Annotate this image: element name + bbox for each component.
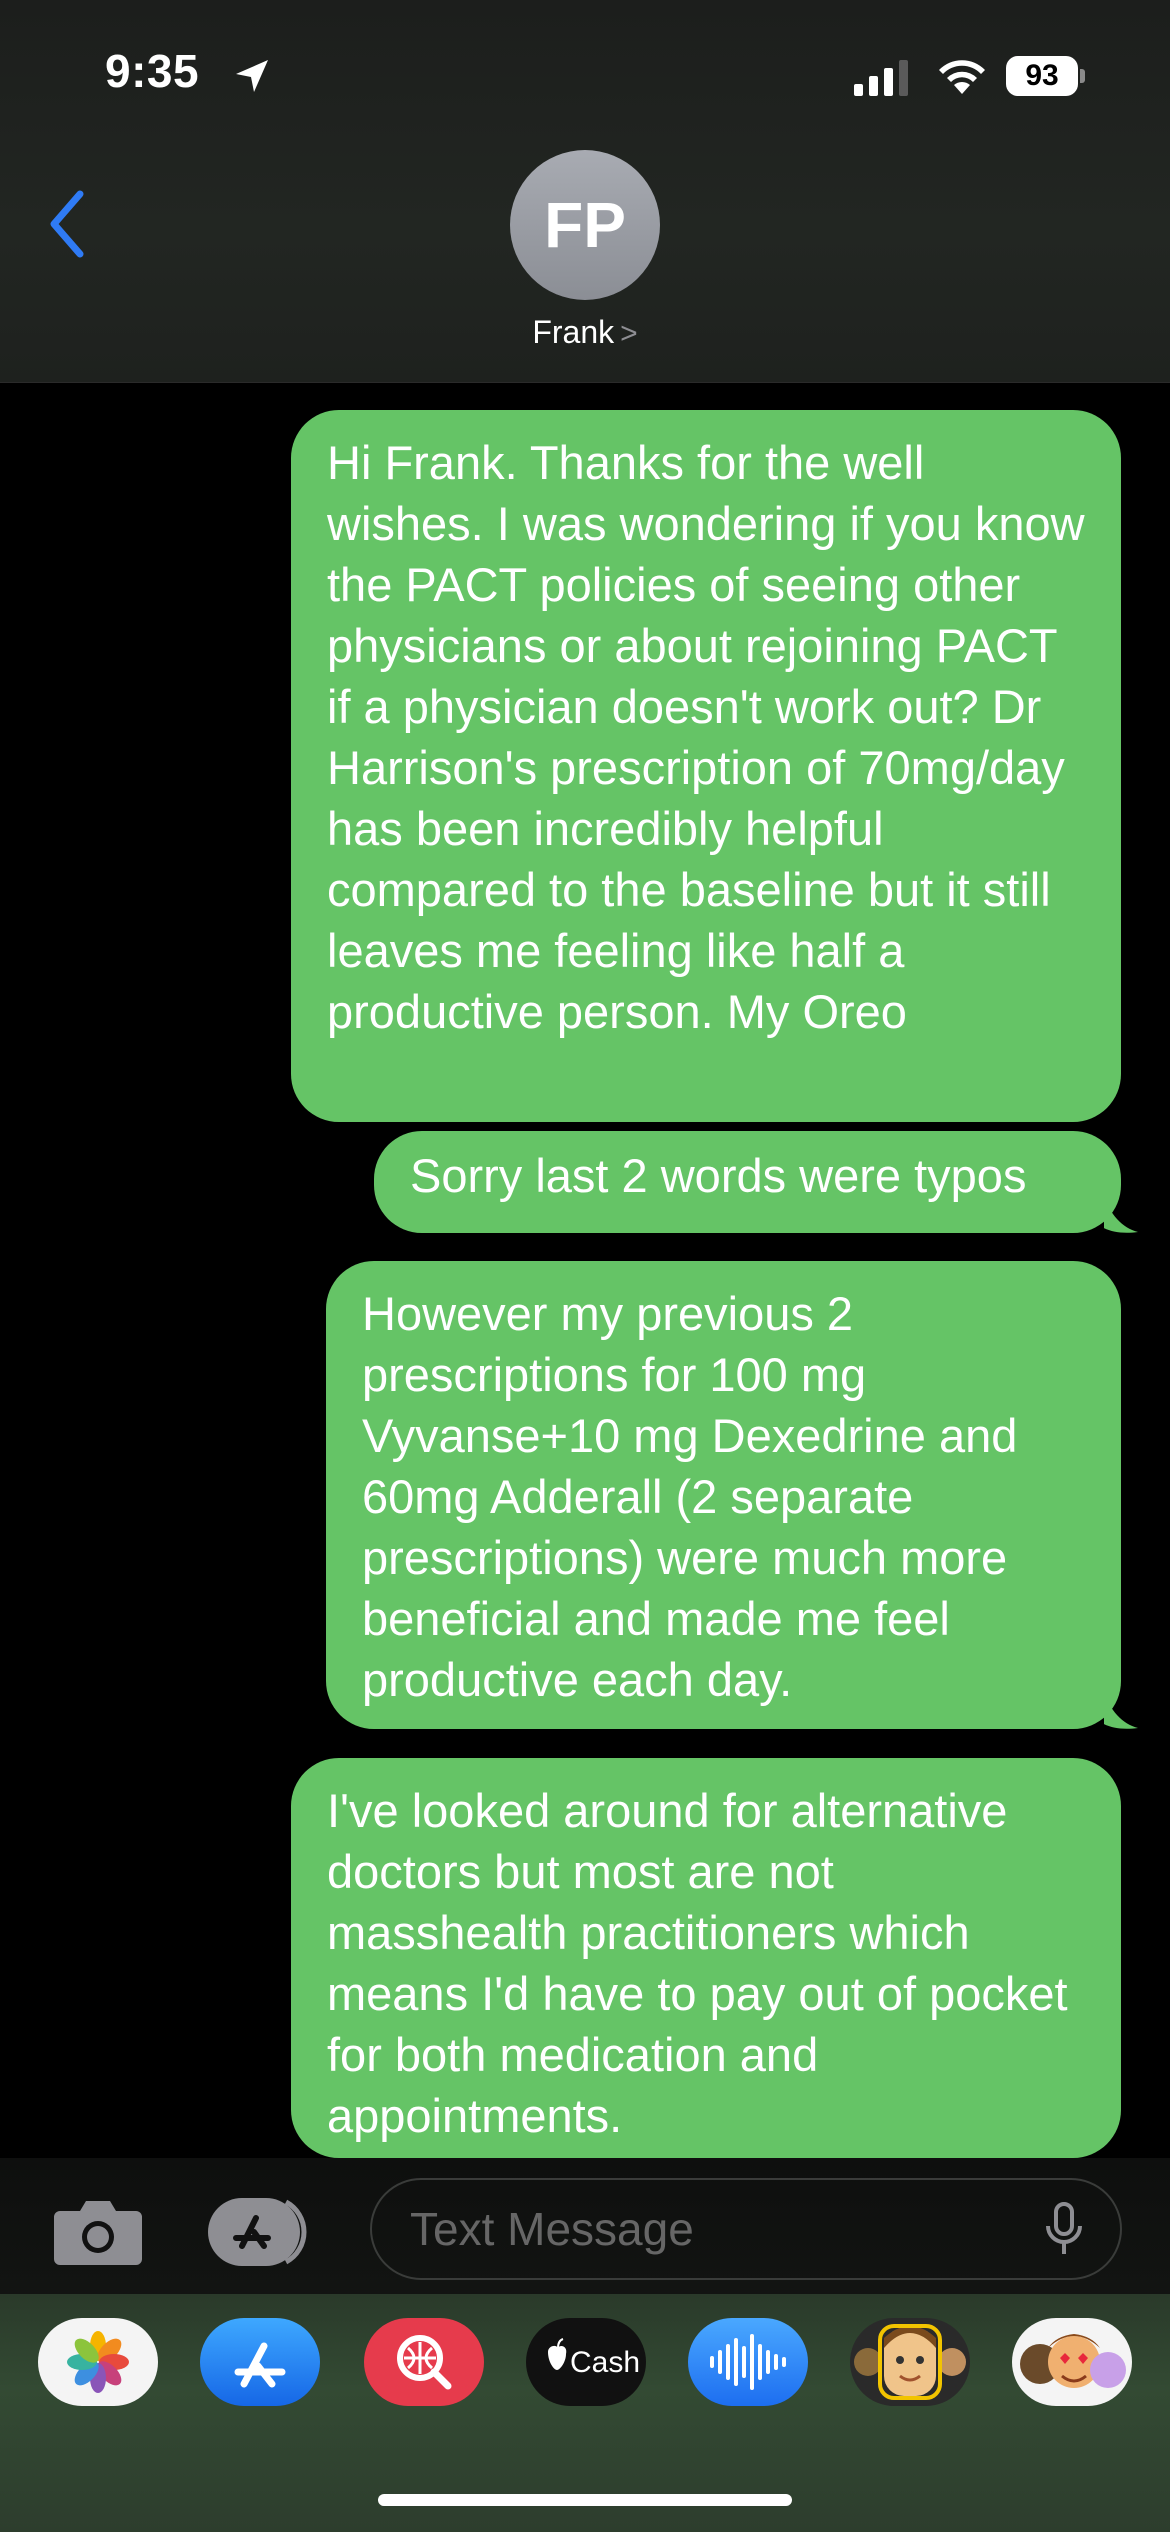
app-store-drawer-icon[interactable]	[206, 2196, 318, 2268]
message-input[interactable]: Text Message	[370, 2178, 1122, 2280]
location-arrow-icon	[236, 60, 268, 92]
contact-name-button[interactable]: Frank >	[0, 314, 1170, 351]
memoji-app-icon[interactable]	[850, 2318, 970, 2406]
message-input-placeholder: Text Message	[410, 2203, 694, 2255]
bubble-tail	[1104, 1196, 1138, 1233]
message-text: Sorry last 2 words were typos	[410, 1149, 1027, 1202]
message-bubble[interactable]: I've looked around for alternative docto…	[291, 1758, 1121, 2158]
back-chevron-icon[interactable]	[44, 188, 92, 260]
message-bubble[interactable]: However my previous 2 prescriptions for …	[326, 1261, 1121, 1729]
camera-icon[interactable]	[52, 2193, 144, 2267]
message-text: I've looked around for alternative docto…	[327, 1784, 1068, 2142]
message-bubble[interactable]: Hi Frank. Thanks for the well wishes. I …	[291, 410, 1121, 1122]
chevron-right-icon: >	[620, 317, 638, 350]
apple-cash-app-icon[interactable]: Cash	[526, 2318, 646, 2406]
microphone-icon[interactable]	[1044, 2202, 1084, 2258]
cellular-signal-icon	[854, 60, 908, 96]
bubble-tail	[1104, 1692, 1138, 1729]
status-time: 9:35	[105, 45, 200, 97]
image-search-app-icon[interactable]	[364, 2318, 484, 2406]
message-text: However my previous 2 prescriptions for …	[362, 1287, 1018, 1706]
memoji-stickers-app-icon[interactable]	[1012, 2318, 1132, 2406]
photos-app-icon[interactable]	[38, 2318, 158, 2406]
contact-avatar[interactable]: FP	[510, 150, 660, 300]
home-indicator[interactable]	[378, 2494, 792, 2506]
wifi-icon	[939, 60, 985, 94]
message-bubble[interactable]: Sorry last 2 words were typos	[374, 1131, 1121, 1233]
app-store-app-icon[interactable]	[200, 2318, 320, 2406]
contact-name: Frank	[532, 314, 615, 350]
battery-level: 93	[1006, 56, 1078, 96]
message-text: Hi Frank. Thanks for the well wishes. I …	[327, 436, 1085, 1038]
battery-icon: 93	[1006, 56, 1085, 98]
audio-message-app-icon[interactable]	[688, 2318, 808, 2406]
apple-cash-label: Cash	[570, 2346, 640, 2379]
